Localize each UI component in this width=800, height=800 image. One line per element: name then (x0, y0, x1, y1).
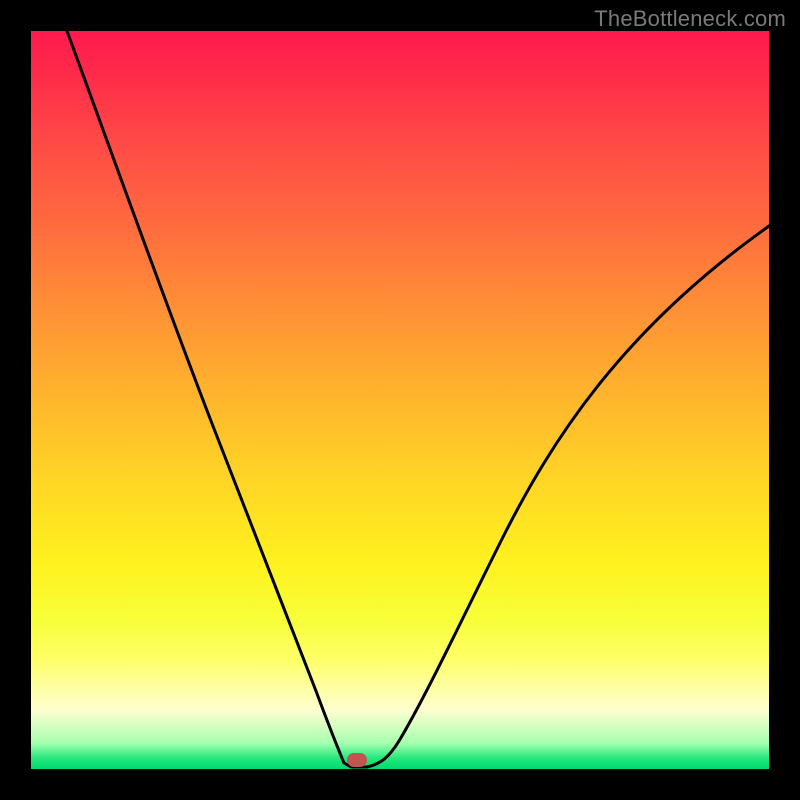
curve-left-branch (67, 31, 367, 767)
chart-frame: TheBottleneck.com (0, 0, 800, 800)
plot-area (31, 31, 769, 769)
curve-layer (31, 31, 769, 769)
watermark-text: TheBottleneck.com (594, 6, 786, 32)
curve-right-branch (367, 226, 769, 767)
optimum-marker (347, 753, 367, 767)
